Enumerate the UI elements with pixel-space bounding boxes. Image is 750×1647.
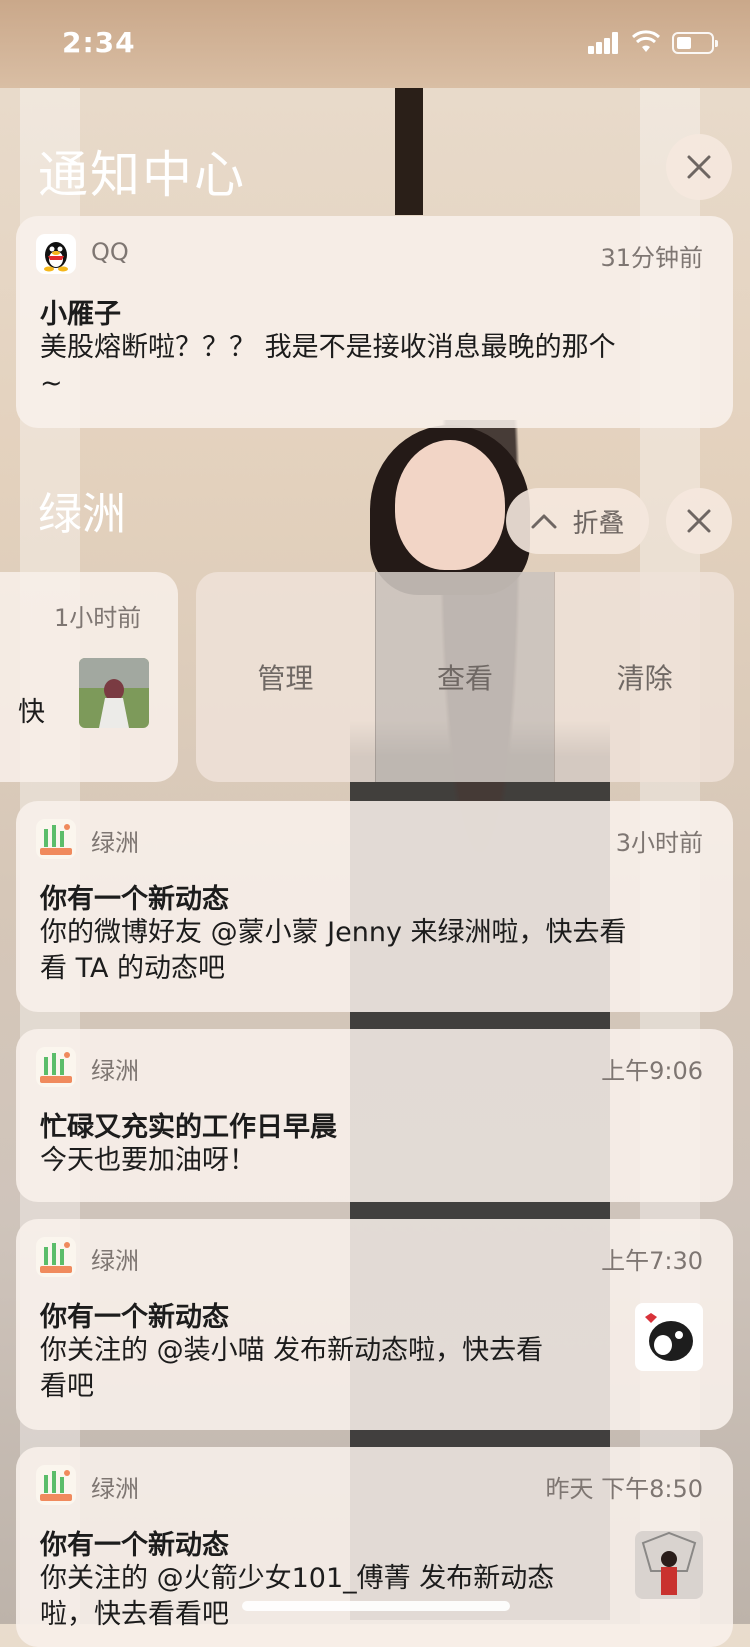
notification-time: 3小时前: [615, 829, 703, 857]
oasis-app-icon: [36, 1237, 76, 1277]
close-icon: [687, 509, 711, 533]
status-time: 2:34: [62, 26, 136, 59]
wifi-icon: [632, 30, 660, 52]
notification-thumbnail: [635, 1303, 703, 1371]
home-indicator[interactable]: [242, 1601, 510, 1611]
battery-icon: [672, 32, 718, 54]
notification-time: 上午7:30: [601, 1247, 703, 1275]
fold-group-button[interactable]: 折叠: [506, 488, 649, 554]
app-name: 绿洲: [91, 1475, 139, 1503]
notification-title: 你有一个新动态: [40, 1302, 229, 1333]
oasis-app-icon: [36, 1047, 76, 1087]
notification-title: 忙碌又充实的工作日早晨: [40, 1112, 337, 1143]
group-title: 绿洲: [38, 489, 126, 540]
page-title: 通知中心: [38, 146, 246, 204]
notification-card[interactable]: 绿洲 3小时前 你有一个新动态 你的微博好友 @蒙小蒙 Jenny 来绿洲啦，快…: [16, 801, 733, 1012]
notification-title: 你有一个新动态: [40, 884, 229, 915]
app-name: QQ: [91, 238, 129, 266]
notification-actions: 管理 查看 清除: [196, 572, 734, 782]
notification-title: 你有一个新动态: [40, 1530, 229, 1561]
manage-button[interactable]: 管理: [196, 572, 375, 782]
notification-body-line2: 啦，快去看看吧: [40, 1599, 229, 1630]
app-name: 绿洲: [91, 1247, 139, 1275]
swiped-notification[interactable]: 1小时前 快: [0, 572, 178, 782]
app-name: 绿洲: [91, 1057, 139, 1085]
cellular-signal-icon: [588, 32, 624, 54]
notification-body-line1: 你关注的 @装小喵 发布新动态啦，快去看: [40, 1335, 544, 1366]
notification-time: 1小时前: [54, 604, 142, 632]
clear-all-button[interactable]: [666, 134, 732, 200]
clear-button[interactable]: 清除: [554, 572, 734, 782]
notification-card[interactable]: 绿洲 上午9:06 忙碌又充实的工作日早晨 今天也要加油呀！: [16, 1029, 733, 1202]
notification-body-line2: 看吧: [40, 1371, 94, 1402]
status-bar: 2:34: [0, 0, 750, 88]
oasis-app-icon: [36, 1465, 76, 1505]
chevron-up-icon: [531, 514, 557, 529]
notification-body-line2: ~: [40, 368, 63, 399]
oasis-app-icon: [36, 819, 76, 859]
app-name: 绿洲: [91, 829, 139, 857]
notification-card-qq[interactable]: QQ 31分钟前 小雁子 美股熔断啦？？？ 我是不是接收消息最晚的那个 ~: [16, 216, 733, 428]
notification-time: 上午9:06: [601, 1057, 703, 1085]
notification-time: 昨天 下午8:50: [545, 1475, 703, 1503]
notification-thumbnail: [79, 658, 149, 728]
qq-app-icon: [36, 234, 76, 274]
notification-snippet: 快: [18, 697, 45, 728]
notification-body-line2: 看 TA 的动态吧: [40, 953, 226, 984]
close-icon: [687, 155, 711, 179]
clear-group-button[interactable]: [666, 488, 732, 554]
fold-label: 折叠: [572, 508, 625, 539]
notification-body-line1: 今天也要加油呀！: [40, 1145, 256, 1176]
notification-card[interactable]: 绿洲 上午7:30 你有一个新动态 你关注的 @装小喵 发布新动态啦，快去看 看…: [16, 1219, 733, 1430]
notification-time: 31分钟前: [600, 244, 703, 272]
notification-body-line1: 你的微博好友 @蒙小蒙 Jenny 来绿洲啦，快去看: [40, 917, 627, 948]
notification-title: 小雁子: [40, 299, 121, 330]
view-button[interactable]: 查看: [374, 572, 555, 782]
notification-body-line1: 你关注的 @火箭少女101_傅菁 发布新动态: [40, 1563, 555, 1594]
notification-card[interactable]: 绿洲 昨天 下午8:50 你有一个新动态 你关注的 @火箭少女101_傅菁 发布…: [16, 1447, 733, 1647]
notification-body-line1: 美股熔断啦？？？ 我是不是接收消息最晚的那个: [40, 332, 616, 363]
notification-thumbnail: [635, 1531, 703, 1599]
